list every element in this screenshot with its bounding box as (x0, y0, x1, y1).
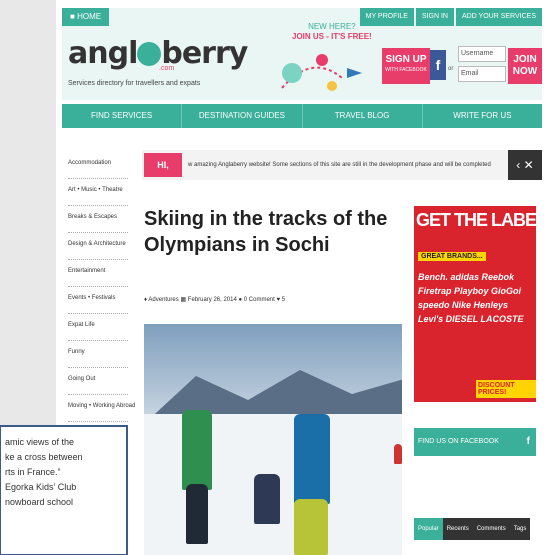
or-label: or (448, 66, 454, 72)
child-skier-figure (254, 474, 280, 524)
sign-in-link[interactable]: SIGN IN (415, 8, 454, 26)
home-icon: ■ (70, 12, 78, 21)
sidebar-item-events-festivals[interactable]: Events • Festivals (68, 287, 128, 314)
sidebar-item-breaks-escapes[interactable]: Breaks & Escapes (68, 206, 128, 233)
sidebar-item-moving-working-abroad[interactable]: Moving • Working Abroad (68, 395, 135, 422)
nav-write-for-us[interactable]: WRITE FOR US (423, 104, 542, 128)
new-here-line2: JOIN US - IT'S FREE! (292, 32, 372, 41)
tag-icon: ♦ (144, 297, 148, 303)
join-now-button[interactable]: JOIN NOW (508, 48, 542, 84)
skier-figure (294, 414, 330, 504)
article-comments[interactable]: 0 Comment (244, 297, 275, 303)
sidebar-item-art-music-theatre[interactable]: Art • Music • Theatre (68, 179, 128, 206)
overlay-line: rts in France.” (5, 467, 61, 477)
site-logo[interactable]: angl berry (68, 36, 248, 71)
tagline: Services directory for travellers and ex… (68, 80, 201, 87)
username-input[interactable]: Username (458, 46, 506, 62)
tab-recents[interactable]: Recents (443, 518, 473, 540)
nav-find-services[interactable]: FIND SERVICES (62, 104, 183, 128)
ad-title: GET THE LABEL (416, 210, 536, 230)
calendar-icon: ▦ (180, 297, 187, 303)
ad-discount: DISCOUNT PRICES! (476, 380, 536, 398)
signup-label: SIGN UP (385, 54, 427, 65)
category-sidebar: Accommodation Art • Music • Theatre Brea… (68, 152, 135, 422)
sidebar-item-design-architecture[interactable]: Design & Architecture (68, 233, 128, 260)
heart-icon: ♥ (276, 297, 281, 303)
site-header: ■ HOME MY PROFILE SIGN IN ADD YOUR SERVI… (62, 8, 542, 100)
facebook-icon: f (526, 436, 530, 447)
skier-figure (294, 499, 328, 555)
sidebar-item-going-out[interactable]: Going Out (68, 368, 128, 395)
notice-controls[interactable]: ‹ ✕ (508, 150, 542, 180)
add-services-link[interactable]: ADD YOUR SERVICES (455, 8, 542, 26)
nav-destination-guides[interactable]: DESTINATION GUIDES (182, 104, 303, 128)
facebook-widget-label: FIND US ON FACEBOOK (418, 438, 499, 445)
article-date: February 26, 2014 (187, 297, 237, 303)
ad-brands: Bench. adidas Reebok Firetrap Playboy Gi… (418, 272, 524, 324)
home-label: HOME (77, 12, 102, 21)
skier-figure (394, 444, 402, 464)
sidebar-item-accommodation[interactable]: Accommodation (68, 152, 128, 179)
new-here-line1: NEW HERE? (308, 22, 356, 31)
article-category[interactable]: Adventures (148, 297, 178, 303)
ad-subtitle: GREAT BRANDS... (418, 252, 486, 261)
signup-sub: WITH FACEBOOK (385, 67, 427, 73)
tab-comments[interactable]: Comments (473, 518, 510, 540)
skier-figure (182, 410, 212, 490)
overlay-line: nowboard school (5, 497, 74, 507)
article-likes[interactable]: 5 (282, 297, 285, 303)
ad-banner[interactable]: GET THE LABEL GREAT BRANDS... Bench. adi… (414, 206, 536, 402)
signup-facebook-button[interactable]: SIGN UP WITH FACEBOOK (382, 48, 430, 84)
page: ■ HOME MY PROFILE SIGN IN ADD YOUR SERVI… (56, 0, 555, 555)
home-link[interactable]: ■ HOME (62, 8, 110, 26)
sidebar-item-funny[interactable]: Funny (68, 341, 128, 368)
article-meta: ♦ Adventures ▦ February 26, 2014 ● 0 Com… (144, 296, 285, 303)
article-title: Skiing in the tracks of the Olympians in… (144, 208, 388, 256)
notice-tag: HI, THERE! (144, 153, 182, 194)
new-here-promo: NEW HERE? JOIN US - IT'S FREE! (292, 22, 372, 42)
tab-tags[interactable]: Tags (510, 518, 531, 540)
sidebar-item-expat-life[interactable]: Expat Life (68, 314, 128, 341)
skier-figure (186, 484, 208, 544)
overlay-line: Egorka Kids’ Club (5, 482, 77, 492)
globe-icon (137, 42, 162, 66)
notice-text: w amazing Anglaberry website! Some secti… (188, 162, 491, 168)
main-nav: FIND SERVICES DESTINATION GUIDES TRAVEL … (62, 104, 542, 128)
logo-com: .com (159, 65, 175, 72)
sidebar-item-entertainment[interactable]: Entertainment (68, 260, 128, 287)
notice-bar: HI, THERE! w amazing Anglaberry website!… (142, 150, 542, 194)
account-links: MY PROFILE SIGN IN ADD YOUR SERVICES (358, 8, 542, 26)
comment-icon: ● (238, 297, 243, 303)
overlay-line: amic views of the (5, 437, 75, 447)
posts-tabs: Popular Recents Comments Tags (414, 518, 531, 540)
map-illustration-icon (281, 54, 362, 91)
email-input[interactable]: Email (458, 66, 506, 82)
overlay-line: ke a cross between (5, 452, 83, 462)
facebook-widget[interactable]: FIND US ON FACEBOOK f (414, 428, 536, 456)
quote-overlay: amic views of the ke a cross between rts… (0, 425, 128, 555)
tab-popular[interactable]: Popular (414, 518, 443, 540)
nav-travel-blog[interactable]: TRAVEL BLOG (303, 104, 423, 128)
article-photo (144, 324, 402, 555)
facebook-icon[interactable]: f (430, 50, 446, 80)
